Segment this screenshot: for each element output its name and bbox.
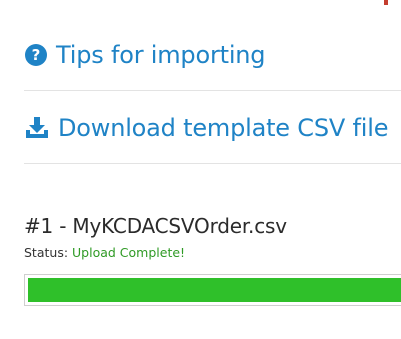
- svg-text:?: ?: [32, 46, 41, 64]
- download-template-link[interactable]: Download template CSV file: [24, 110, 388, 146]
- tips-link-label[interactable]: Tips for importing: [56, 41, 266, 69]
- status-label: Status:: [24, 245, 69, 260]
- divider: [24, 163, 401, 164]
- upload-file-name: #1 - MyKCDACSVOrder.csv: [24, 214, 287, 238]
- import-panel: ? Tips for importing Download template C…: [0, 0, 401, 339]
- download-template-label[interactable]: Download template CSV file: [58, 114, 388, 142]
- edge-accent: [384, 0, 388, 5]
- upload-progress-bar: [24, 274, 401, 306]
- download-icon: [24, 116, 50, 140]
- tips-link[interactable]: ? Tips for importing: [24, 38, 266, 72]
- upload-progress-fill: [28, 278, 401, 302]
- divider: [24, 90, 401, 91]
- question-circle-icon: ?: [24, 43, 48, 67]
- status-value: Upload Complete!: [72, 245, 186, 260]
- upload-status: Status: Upload Complete!: [24, 245, 185, 260]
